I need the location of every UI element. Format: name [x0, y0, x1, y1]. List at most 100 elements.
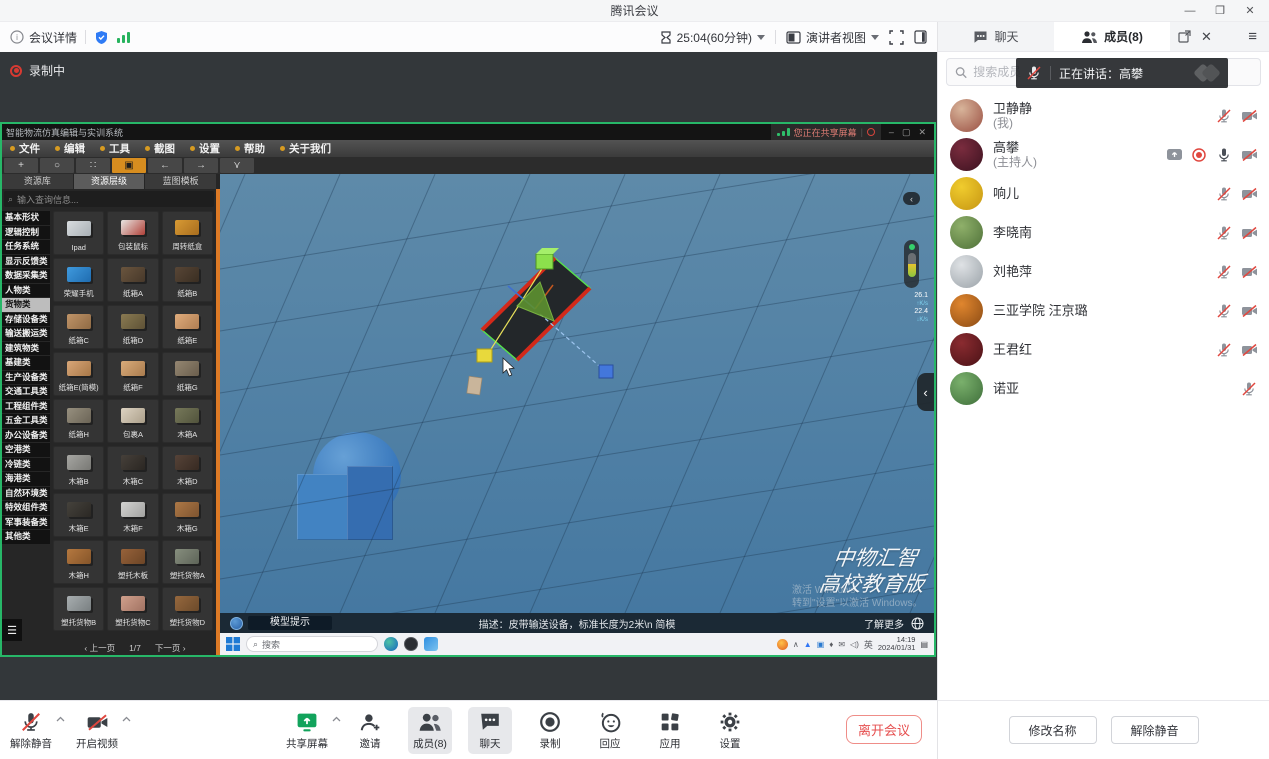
resource-item[interactable]: 纸箱B: [162, 258, 213, 302]
resource-item[interactable]: 纸箱E: [162, 305, 213, 349]
member-row[interactable]: 李晓南: [938, 213, 1269, 252]
menu-item[interactable]: 编辑: [55, 141, 85, 156]
resource-item[interactable]: 木箱F: [107, 493, 158, 537]
taskbar-search[interactable]: ⌕ 搜索: [246, 636, 378, 652]
resource-item[interactable]: 木箱E: [53, 493, 104, 537]
resource-tab[interactable]: 蓝图模板: [145, 174, 216, 189]
control-mic-muted[interactable]: 解除静音: [6, 707, 56, 754]
windows-start-icon[interactable]: [226, 637, 240, 651]
resource-tab[interactable]: 资源库: [2, 174, 73, 189]
app-maximize-button[interactable]: ▢: [902, 127, 911, 138]
resource-tab[interactable]: 资源层级: [74, 174, 145, 189]
network-signal-icon[interactable]: [117, 31, 130, 43]
level-slider[interactable]: [908, 253, 916, 277]
category-item[interactable]: 生产设备类: [2, 371, 50, 385]
resource-item[interactable]: 木箱D: [162, 446, 213, 490]
resource-item[interactable]: 塑托货物B: [53, 587, 104, 631]
category-item[interactable]: 其他类: [2, 530, 50, 544]
resource-item[interactable]: 纸箱H: [53, 399, 104, 443]
control-record[interactable]: 录制: [528, 707, 572, 754]
menu-item[interactable]: 帮助: [235, 141, 265, 156]
mic-icon[interactable]: [1216, 342, 1232, 358]
category-item[interactable]: 工程组件类: [2, 400, 50, 414]
learn-more-link[interactable]: 了解更多: [864, 616, 904, 631]
fullscreen-icon[interactable]: [889, 30, 904, 45]
category-item[interactable]: 建筑物类: [2, 342, 50, 356]
menu-item[interactable]: 设置: [190, 141, 220, 156]
resource-item[interactable]: 木箱C: [107, 446, 158, 490]
resource-item[interactable]: 木箱A: [162, 399, 213, 443]
category-item[interactable]: 海港类: [2, 472, 50, 486]
member-row[interactable]: 卫静静 (我): [938, 96, 1269, 135]
firefox-icon[interactable]: [777, 639, 788, 650]
rect-tool-button[interactable]: ▣: [112, 158, 146, 173]
category-item[interactable]: 交通工具类: [2, 385, 50, 399]
resource-item[interactable]: 周转纸盒: [162, 211, 213, 255]
rename-button[interactable]: 修改名称: [1009, 716, 1097, 744]
resource-item[interactable]: 包裹A: [107, 399, 158, 443]
chevron-up-icon[interactable]: [56, 716, 65, 722]
mic-icon[interactable]: [1216, 108, 1232, 124]
close-button[interactable]: ✕: [1235, 0, 1265, 22]
move-tool-button[interactable]: +: [4, 158, 38, 173]
camera-icon[interactable]: [1241, 147, 1257, 163]
control-cam-muted[interactable]: 开启视频: [72, 707, 122, 754]
resource-item[interactable]: 纸箱A: [107, 258, 158, 302]
collapse-mini-button[interactable]: ‹: [903, 192, 920, 205]
control-share-screen[interactable]: 共享屏幕: [282, 707, 332, 754]
camera-icon[interactable]: [1241, 108, 1257, 124]
resource-item[interactable]: 塑托木板: [107, 540, 158, 584]
control-apps[interactable]: 应用: [648, 707, 692, 754]
tray-app-icon[interactable]: ▣: [817, 640, 825, 649]
link-tool-button[interactable]: ⋎: [220, 158, 254, 173]
meeting-timer-dropdown[interactable]: 25:04(60分钟): [660, 29, 765, 46]
app-icon[interactable]: [424, 637, 438, 651]
app-minimize-button[interactable]: –: [889, 127, 894, 138]
chevron-up-icon[interactable]: [332, 716, 341, 722]
tray-msg-icon[interactable]: ✉: [838, 640, 845, 649]
category-item[interactable]: 军事装备类: [2, 516, 50, 530]
stop-record-icon[interactable]: [867, 128, 875, 136]
unmute-button[interactable]: 解除静音: [1111, 716, 1199, 744]
minimize-button[interactable]: —: [1175, 0, 1205, 22]
taskbar-clock[interactable]: 14:19 2024/01/31: [878, 636, 916, 653]
menu-item[interactable]: 工具: [100, 141, 130, 156]
tray-expand-icon[interactable]: ∧: [793, 640, 799, 649]
tab-members[interactable]: 成员(8): [1054, 22, 1170, 51]
category-item[interactable]: 人物类: [2, 284, 50, 298]
app-icon[interactable]: [404, 637, 418, 651]
viewport-3d[interactable]: ‹ 26.1 ↑K/s 22.4 ↓K/s ‹ 激活 Windows 转到"设置…: [220, 174, 934, 613]
app-close-button[interactable]: ✕: [918, 127, 926, 138]
leave-meeting-button[interactable]: 离开会议: [846, 715, 922, 744]
member-row[interactable]: 王君红: [938, 330, 1269, 369]
resource-item[interactable]: Ipad: [53, 211, 104, 255]
menu-item[interactable]: 关于我们: [280, 141, 331, 156]
hamburger-menu-icon[interactable]: ≡: [1236, 22, 1269, 51]
category-item[interactable]: 冷链类: [2, 458, 50, 472]
tray-shield-icon[interactable]: ▲: [804, 640, 812, 649]
resource-item[interactable]: 塑托货物D: [162, 587, 213, 631]
member-row[interactable]: 诺亚: [938, 369, 1269, 408]
tray-mic-icon[interactable]: ♦: [829, 640, 833, 649]
meeting-details-button[interactable]: i 会议详情: [10, 29, 77, 46]
camera-icon[interactable]: [1241, 303, 1257, 319]
view-mode-dropdown[interactable]: 演讲者视图: [786, 29, 879, 46]
tab-chat[interactable]: 聊天: [938, 22, 1054, 51]
security-shield-icon[interactable]: [94, 30, 109, 45]
resource-item[interactable]: 木箱G: [162, 493, 213, 537]
resource-item[interactable]: 纸箱F: [107, 352, 158, 396]
category-item[interactable]: 任务系统: [2, 240, 50, 254]
category-item[interactable]: 数据采集类: [2, 269, 50, 283]
control-gear[interactable]: 设置: [708, 707, 752, 754]
category-item[interactable]: 基建类: [2, 356, 50, 370]
category-item[interactable]: 办公设备类: [2, 429, 50, 443]
category-item[interactable]: 特效组件类: [2, 501, 50, 515]
globe-icon[interactable]: [911, 617, 924, 630]
resource-item[interactable]: 荣耀手机: [53, 258, 104, 302]
camera-icon[interactable]: [1241, 264, 1257, 280]
mic-icon[interactable]: [1216, 147, 1232, 163]
category-item[interactable]: 货物类: [2, 298, 50, 312]
category-item[interactable]: 输送搬运类: [2, 327, 50, 341]
notification-icon[interactable]: ▤: [920, 640, 928, 649]
resource-item[interactable]: 塑托货物A: [162, 540, 213, 584]
